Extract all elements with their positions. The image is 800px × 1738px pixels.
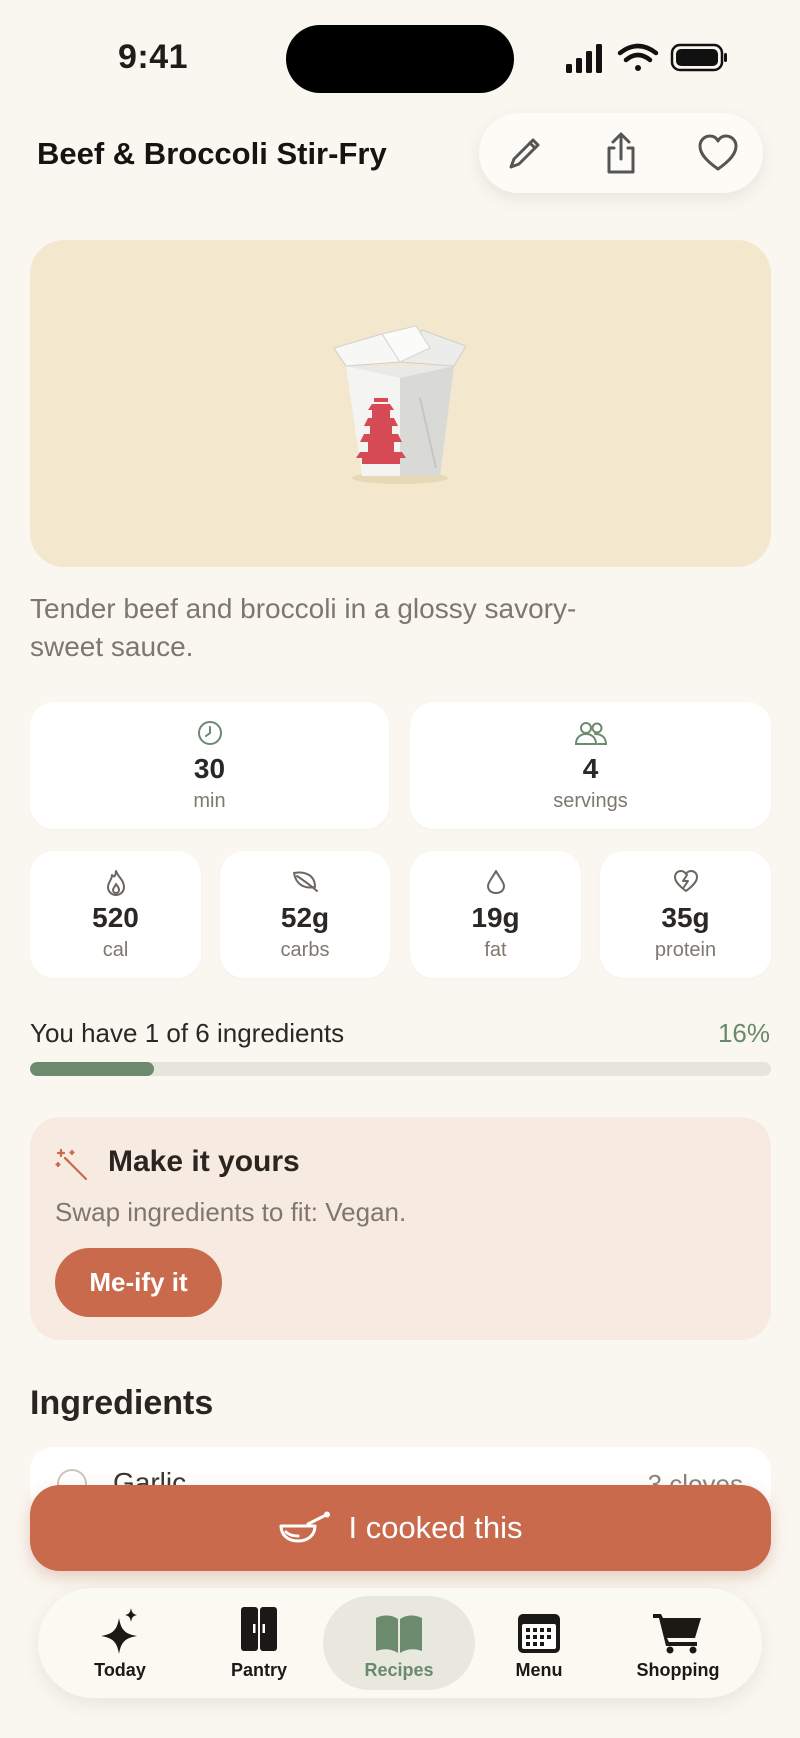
leaf-icon — [293, 871, 318, 892]
tab-pantry[interactable]: Pantry — [189, 1596, 329, 1690]
carbs-value: 52g — [280, 902, 330, 933]
recipe-hero-image — [30, 240, 771, 567]
fat-value: 19g — [471, 902, 520, 933]
calories-card: 520 cal — [30, 851, 201, 978]
cart-icon — [653, 1614, 701, 1654]
cabinet-icon — [241, 1607, 277, 1651]
drop-icon — [486, 870, 505, 894]
cooked-this-button[interactable]: I cooked this — [30, 1485, 771, 1571]
tab-recipes[interactable]: Recipes — [323, 1596, 475, 1690]
make-it-yours-subtitle: Swap ingredients to fit: Vegan. — [55, 1197, 407, 1227]
time-label: min — [193, 790, 226, 812]
protein-card: 35g protein — [600, 851, 771, 978]
heart-bolt-icon — [673, 870, 698, 892]
ingredients-progress-label: You have 1 of 6 ingredients — [30, 1018, 345, 1048]
carbs-label: carbs — [280, 939, 330, 961]
magic-wand-icon — [55, 1148, 88, 1181]
fat-card: 19g fat — [410, 851, 581, 978]
calendar-icon — [518, 1614, 560, 1653]
servings-value: 4 — [582, 753, 599, 784]
battery-icon — [670, 43, 727, 72]
ingredients-progress-percent: 16% — [717, 1018, 770, 1048]
heart-icon — [698, 134, 738, 171]
bowl-icon — [279, 1511, 331, 1543]
dynamic-island — [286, 25, 514, 93]
takeout-box-icon — [333, 325, 467, 484]
recipe-description: Tender beef and broccoli in a glossy sav… — [30, 593, 577, 662]
make-it-yours-title: Make it yours — [108, 1145, 300, 1178]
share-button[interactable] — [595, 127, 647, 179]
ingredients-progress-bar — [30, 1062, 771, 1076]
meify-button[interactable]: Me-ify it — [55, 1248, 222, 1317]
tab-pantry-label: Pantry — [230, 1660, 288, 1680]
share-icon — [607, 132, 635, 174]
protein-value: 35g — [661, 902, 710, 933]
pencil-icon — [509, 138, 540, 169]
calories-label: cal — [102, 939, 129, 961]
tab-today-label: Today — [94, 1660, 146, 1680]
status-icons — [566, 43, 727, 73]
time-value: 30 — [193, 753, 226, 784]
tab-shopping-label: Shopping — [636, 1660, 720, 1680]
servings-card: 4 servings — [410, 702, 771, 829]
fat-label: fat — [484, 939, 507, 961]
calories-value: 520 — [92, 902, 139, 933]
people-icon — [574, 722, 607, 745]
tab-shopping[interactable]: Shopping — [608, 1596, 748, 1690]
tab-menu[interactable]: Menu — [469, 1596, 609, 1690]
signal-icon — [566, 44, 602, 73]
book-icon — [376, 1615, 422, 1653]
wifi-icon — [617, 43, 659, 71]
cooked-this-label: I cooked this — [348, 1510, 523, 1545]
time-card: 30 min — [30, 702, 389, 829]
edit-button[interactable] — [499, 127, 551, 179]
status-time: 9:41 — [118, 38, 189, 76]
sparkle-icon — [101, 1608, 137, 1654]
progress-fill — [30, 1062, 154, 1076]
flame-icon — [106, 870, 125, 896]
protein-label: protein — [654, 939, 717, 961]
favorite-button[interactable] — [692, 127, 744, 179]
carbs-card: 52g carbs — [220, 851, 390, 978]
tab-today[interactable]: Today — [50, 1596, 190, 1690]
servings-label: servings — [553, 790, 628, 812]
clock-icon — [197, 721, 222, 745]
tab-recipes-label: Recipes — [364, 1660, 434, 1680]
action-bar — [479, 113, 763, 193]
ingredients-heading: Ingredients — [30, 1384, 214, 1422]
tab-menu-label: Menu — [515, 1660, 563, 1680]
page-title: Beef & Broccoli Stir-Fry — [37, 136, 387, 171]
tab-bar: Today Pantry Recipes Menu Shopping — [38, 1588, 762, 1698]
make-it-yours-card: Make it yours Swap ingredients to fit: V… — [30, 1117, 771, 1340]
